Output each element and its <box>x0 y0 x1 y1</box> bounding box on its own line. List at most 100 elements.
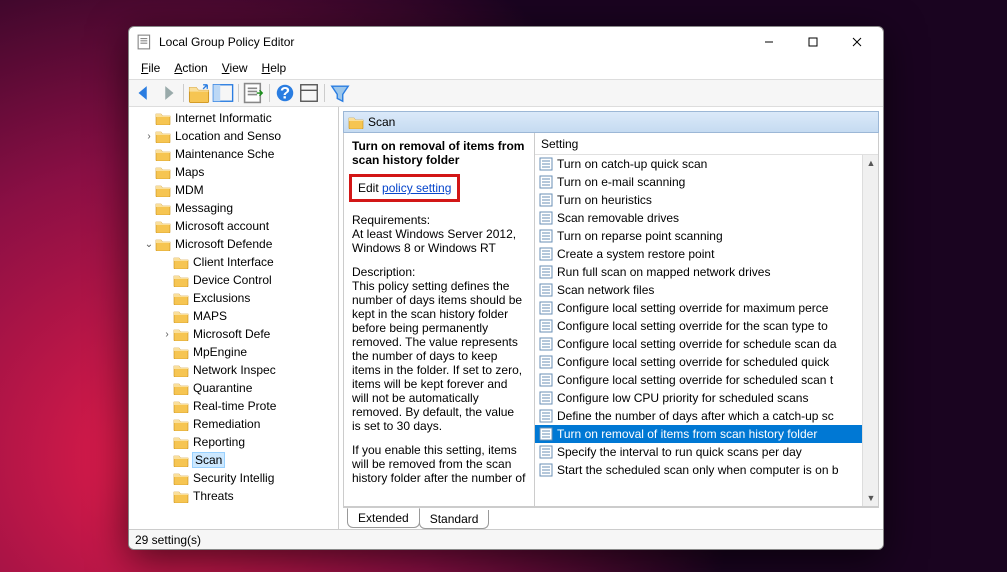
tree-item[interactable]: Remediation <box>129 415 338 433</box>
close-button[interactable] <box>835 27 879 57</box>
folder-icon <box>173 453 189 467</box>
folder-icon <box>155 129 171 143</box>
policy-icon <box>539 409 553 423</box>
filter-button[interactable] <box>329 82 351 104</box>
settings-col-header[interactable]: Setting <box>535 133 878 155</box>
tree-item-label: Client Interface <box>193 255 274 269</box>
setting-row[interactable]: Configure local setting override for sch… <box>535 353 878 371</box>
scroll-down-icon[interactable]: ▼ <box>863 490 878 506</box>
tree-item[interactable]: Real-time Prote <box>129 397 338 415</box>
folder-icon <box>155 201 171 215</box>
tree-item[interactable]: MpEngine <box>129 343 338 361</box>
menu-file[interactable]: File <box>135 59 166 77</box>
setting-row[interactable]: Specify the interval to run quick scans … <box>535 443 878 461</box>
up-button[interactable] <box>188 82 210 104</box>
setting-row[interactable]: Configure local setting override for sch… <box>535 371 878 389</box>
tree-item[interactable]: ⌄Microsoft Defende <box>129 235 338 253</box>
folder-icon <box>173 327 189 341</box>
tree-item-label: Scan <box>193 453 224 467</box>
setting-row[interactable]: Configure local setting override for the… <box>535 317 878 335</box>
setting-label: Create a system restore point <box>557 247 714 261</box>
tree-item[interactable]: Internet Informatic <box>129 109 338 127</box>
show-hide-tree-button[interactable] <box>212 82 234 104</box>
menubar: File Action View Help <box>129 57 883 79</box>
menu-help[interactable]: Help <box>256 59 293 77</box>
scroll-up-icon[interactable]: ▲ <box>863 155 878 171</box>
properties-button[interactable] <box>298 82 320 104</box>
setting-row[interactable]: Scan network files <box>535 281 878 299</box>
back-button[interactable] <box>133 82 155 104</box>
setting-row[interactable]: Run full scan on mapped network drives <box>535 263 878 281</box>
vertical-scrollbar[interactable]: ▲ ▼ <box>862 155 878 506</box>
tree-item-label: Remediation <box>193 417 260 431</box>
tree-item[interactable]: Scan <box>129 451 338 469</box>
statusbar: 29 setting(s) <box>129 529 883 549</box>
folder-icon <box>173 435 189 449</box>
titlebar[interactable]: Local Group Policy Editor <box>129 27 883 57</box>
tree-item[interactable]: Threats <box>129 487 338 505</box>
minimize-button[interactable] <box>747 27 791 57</box>
settings-column: Setting Turn on catch-up quick scanTurn … <box>534 133 878 506</box>
folder-icon <box>173 381 189 395</box>
requirements-text: At least Windows Server 2012, Windows 8 … <box>352 227 526 255</box>
tree-item[interactable]: MAPS <box>129 307 338 325</box>
expander-icon[interactable]: › <box>161 329 173 340</box>
tree-item[interactable]: Maps <box>129 163 338 181</box>
setting-row[interactable]: Define the number of days after which a … <box>535 407 878 425</box>
setting-label: Configure local setting override for sch… <box>557 373 833 387</box>
tree-item[interactable]: Microsoft account <box>129 217 338 235</box>
description-text: This policy setting defines the number o… <box>352 279 526 433</box>
maximize-button[interactable] <box>791 27 835 57</box>
setting-row[interactable]: Turn on removal of items from scan histo… <box>535 425 878 443</box>
help-button[interactable]: ? <box>274 82 296 104</box>
tree-item[interactable]: ›Location and Senso <box>129 127 338 145</box>
folder-icon <box>173 291 189 305</box>
setting-row[interactable]: Turn on catch-up quick scan <box>535 155 878 173</box>
tree-item-label: Threats <box>193 489 234 503</box>
export-button[interactable] <box>243 82 265 104</box>
edit-policy-link[interactable]: policy setting <box>382 181 451 195</box>
policy-icon <box>539 373 553 387</box>
tree-item[interactable]: Client Interface <box>129 253 338 271</box>
tree-item[interactable]: Security Intellig <box>129 469 338 487</box>
info-column: Turn on removal of items from scan histo… <box>344 133 534 506</box>
setting-row[interactable]: Turn on heuristics <box>535 191 878 209</box>
tab-extended[interactable]: Extended <box>347 508 420 528</box>
edit-label: Edit <box>358 181 382 195</box>
tree-item[interactable]: Messaging <box>129 199 338 217</box>
tree-item[interactable]: Network Inspec <box>129 361 338 379</box>
tree-item-label: Internet Informatic <box>175 111 272 125</box>
setting-row[interactable]: Turn on e-mail scanning <box>535 173 878 191</box>
menu-view[interactable]: View <box>216 59 254 77</box>
tree-pane[interactable]: Internet Informatic›Location and SensoMa… <box>129 107 339 529</box>
setting-label: Turn on e-mail scanning <box>557 175 685 189</box>
requirements-label: Requirements: <box>352 213 526 227</box>
tree-item[interactable]: Maintenance Sche <box>129 145 338 163</box>
tree-item[interactable]: Exclusions <box>129 289 338 307</box>
tab-standard[interactable]: Standard <box>419 510 490 529</box>
expander-icon[interactable]: › <box>143 131 155 142</box>
settings-list[interactable]: Turn on catch-up quick scan Turn on e-mai… <box>535 155 878 506</box>
tree-item-label: Network Inspec <box>193 363 276 377</box>
setting-row[interactable]: Scan removable drives <box>535 209 878 227</box>
forward-button[interactable] <box>157 82 179 104</box>
folder-icon <box>173 255 189 269</box>
setting-row[interactable]: Configure low CPU priority for scheduled… <box>535 389 878 407</box>
setting-row[interactable]: Turn on reparse point scanning <box>535 227 878 245</box>
tree-item[interactable]: Reporting <box>129 433 338 451</box>
setting-label: Turn on heuristics <box>557 193 652 207</box>
policy-icon <box>539 175 553 189</box>
folder-icon <box>173 471 189 485</box>
policy-icon <box>539 283 553 297</box>
tree-item[interactable]: Quarantine <box>129 379 338 397</box>
setting-row[interactable]: Configure local setting override for sch… <box>535 335 878 353</box>
tree-item[interactable]: MDM <box>129 181 338 199</box>
setting-row[interactable]: Create a system restore point <box>535 245 878 263</box>
tree-item[interactable]: ›Microsoft Defe <box>129 325 338 343</box>
setting-row[interactable]: Configure local setting override for max… <box>535 299 878 317</box>
menu-action[interactable]: Action <box>168 59 213 77</box>
policy-icon <box>539 355 553 369</box>
setting-row[interactable]: Start the scheduled scan only when compu… <box>535 461 878 479</box>
expander-icon[interactable]: ⌄ <box>143 239 155 250</box>
tree-item[interactable]: Device Control <box>129 271 338 289</box>
